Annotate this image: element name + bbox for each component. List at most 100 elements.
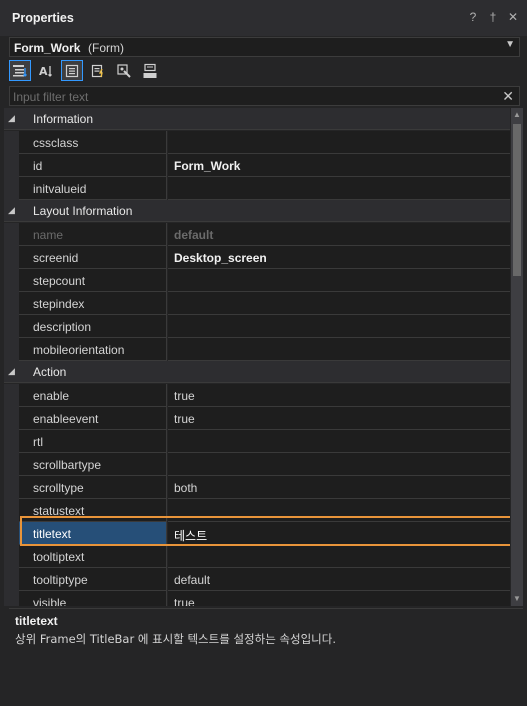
- property-name: name: [19, 223, 167, 246]
- property-value[interactable]: [168, 292, 510, 315]
- property-row-tooltiptext[interactable]: tooltiptext: [4, 545, 510, 568]
- pin-icon[interactable]: †: [487, 10, 499, 24]
- description-pane: titletext 상위 Frame의 TitleBar 에 표시할 텍스트를 …: [9, 608, 523, 704]
- property-value[interactable]: 테스트: [168, 522, 510, 545]
- property-row-statustext[interactable]: statustext: [4, 499, 510, 522]
- property-name: tooltiptext: [19, 545, 167, 568]
- titlebar-controls: ? † ✕: [467, 10, 519, 24]
- property-value[interactable]: [168, 131, 510, 154]
- property-row-titletext[interactable]: titletext 테스트: [4, 522, 510, 545]
- property-name: rtl: [19, 430, 167, 453]
- property-value[interactable]: default: [168, 223, 510, 246]
- property-value[interactable]: [168, 499, 510, 522]
- property-row-enableevent[interactable]: enableevent true: [4, 407, 510, 430]
- filter-input[interactable]: [13, 89, 493, 104]
- property-row-description[interactable]: description: [4, 315, 510, 338]
- categorized-view-icon: [13, 64, 27, 77]
- property-name: id: [19, 154, 167, 177]
- alphabetical-sort-button[interactable]: A: [35, 60, 57, 81]
- close-icon[interactable]: ✕: [507, 10, 519, 24]
- property-row-screenid[interactable]: screenid Desktop_screen: [4, 246, 510, 269]
- property-row-cssclass[interactable]: cssclass: [4, 131, 510, 154]
- property-value[interactable]: Form_Work: [168, 154, 510, 177]
- properties-view-icon: [65, 64, 79, 77]
- description-text: 상위 Frame의 TitleBar 에 표시할 텍스트를 설정하는 속성입니다…: [15, 632, 336, 646]
- filter-box: ✕: [9, 86, 520, 106]
- category-action[interactable]: ◢ Action: [4, 361, 510, 383]
- alphabetical-sort-icon: A: [39, 65, 52, 78]
- property-name: titletext: [19, 522, 167, 545]
- property-value[interactable]: [168, 453, 510, 476]
- vertical-scrollbar[interactable]: ▲ ▼: [511, 108, 523, 606]
- object-selector[interactable]: Form_Work (Form) ▼: [9, 37, 520, 57]
- collapse-icon[interactable]: ◢: [8, 366, 15, 377]
- init-icon: [143, 63, 157, 78]
- property-name: stepindex: [19, 292, 167, 315]
- property-value[interactable]: [168, 177, 510, 200]
- properties-titlebar: Properties ? † ✕: [0, 0, 527, 36]
- property-name: scrollbartype: [19, 453, 167, 476]
- property-row-scrollbartype[interactable]: scrollbartype: [4, 453, 510, 476]
- property-row-scrolltype[interactable]: scrolltype both: [4, 476, 510, 499]
- property-value[interactable]: Desktop_screen: [168, 246, 510, 269]
- property-name: stepcount: [19, 269, 167, 292]
- property-name: mobileorientation: [19, 338, 167, 361]
- property-row-name[interactable]: name default: [4, 223, 510, 246]
- property-value[interactable]: [168, 338, 510, 361]
- property-value[interactable]: [168, 430, 510, 453]
- property-value[interactable]: default: [168, 568, 510, 591]
- category-label: Information: [33, 112, 94, 126]
- property-value[interactable]: [168, 315, 510, 338]
- properties-toolbar: A: [9, 60, 161, 82]
- property-row-id[interactable]: id Form_Work: [4, 154, 510, 177]
- property-row-stepcount[interactable]: stepcount: [4, 269, 510, 292]
- property-name: screenid: [19, 246, 167, 269]
- events-view-icon: [91, 64, 103, 77]
- events-view-button[interactable]: [87, 60, 109, 81]
- property-value[interactable]: true: [168, 407, 510, 430]
- object-name: Form_Work: [14, 41, 81, 55]
- property-name: visible: [19, 591, 167, 606]
- property-name: enableevent: [19, 407, 167, 430]
- property-name: tooltiptype: [19, 568, 167, 591]
- scrollbar-thumb[interactable]: [513, 124, 521, 276]
- property-value[interactable]: true: [168, 384, 510, 407]
- property-name: enable: [19, 384, 167, 407]
- property-name: scrolltype: [19, 476, 167, 499]
- property-grid: ◢ Information cssclass id Form_Work init…: [4, 108, 510, 606]
- scroll-down-icon[interactable]: ▼: [511, 592, 523, 606]
- panel-title: Properties: [12, 11, 74, 25]
- scroll-up-icon[interactable]: ▲: [511, 108, 523, 122]
- property-row-visible[interactable]: visible true: [4, 591, 510, 606]
- init-button[interactable]: [139, 60, 161, 81]
- category-information[interactable]: ◢ Information: [4, 108, 510, 130]
- chevron-down-icon[interactable]: ▼: [505, 39, 515, 50]
- property-name: statustext: [19, 499, 167, 522]
- property-value[interactable]: [168, 545, 510, 568]
- description-title: titletext: [15, 614, 58, 628]
- category-label: Action: [33, 365, 67, 379]
- property-value[interactable]: true: [168, 591, 510, 606]
- property-row-rtl[interactable]: rtl: [4, 430, 510, 453]
- property-row-enable[interactable]: enable true: [4, 384, 510, 407]
- object-type: (Form): [88, 41, 124, 55]
- property-value[interactable]: both: [168, 476, 510, 499]
- categorized-view-button[interactable]: [9, 60, 31, 81]
- category-layout-information[interactable]: ◢ Layout Information: [4, 200, 510, 222]
- properties-view-button[interactable]: [61, 60, 83, 81]
- property-name: initvalueid: [19, 177, 167, 200]
- collapse-icon[interactable]: ◢: [8, 205, 15, 216]
- property-row-stepindex[interactable]: stepindex: [4, 292, 510, 315]
- property-row-initvalueid[interactable]: initvalueid: [4, 177, 510, 200]
- help-icon[interactable]: ?: [467, 10, 479, 24]
- property-name: cssclass: [19, 131, 167, 154]
- category-label: Layout Information: [33, 204, 133, 218]
- property-value[interactable]: [168, 269, 510, 292]
- property-row-tooltiptype[interactable]: tooltiptype default: [4, 568, 510, 591]
- property-row-mobileorientation[interactable]: mobileorientation: [4, 338, 510, 361]
- clear-filter-icon[interactable]: ✕: [502, 88, 514, 104]
- style-button[interactable]: [113, 60, 135, 81]
- property-name: description: [19, 315, 167, 338]
- svg-text:A: A: [39, 65, 48, 78]
- collapse-icon[interactable]: ◢: [8, 113, 15, 124]
